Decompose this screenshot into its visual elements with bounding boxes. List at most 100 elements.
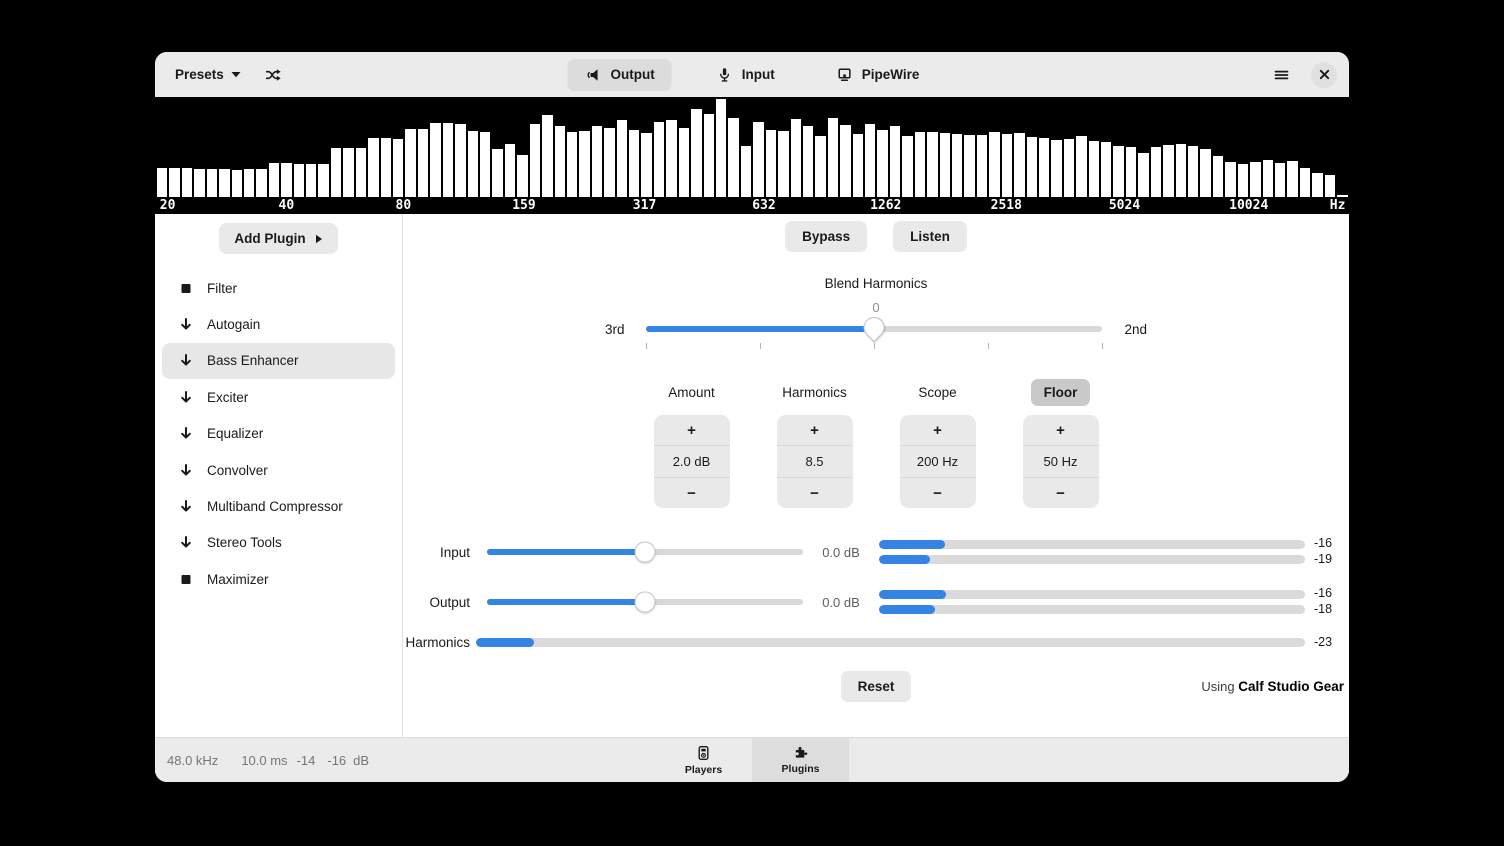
output-level-row: Output0.0 dB-16-18 bbox=[403, 586, 1349, 618]
listen-button[interactable]: Listen bbox=[893, 221, 967, 252]
device-tab-label: Input bbox=[742, 67, 775, 82]
floor-toggle-button[interactable]: Floor bbox=[1031, 379, 1091, 406]
presets-label: Presets bbox=[175, 67, 224, 82]
amount-decrement-button[interactable]: − bbox=[654, 478, 730, 508]
spectrum-bar bbox=[405, 129, 415, 197]
spectrum-bar bbox=[517, 155, 527, 197]
freq-label: 159 bbox=[512, 199, 535, 212]
device-tab-pipewire[interactable]: PipeWire bbox=[820, 59, 937, 91]
arrow-down-icon bbox=[179, 535, 193, 550]
spectrum-bar bbox=[1014, 133, 1024, 197]
slider-handle[interactable] bbox=[635, 542, 656, 563]
spectrum-bar bbox=[157, 168, 167, 197]
sidebar-item-convolver[interactable]: Convolver bbox=[162, 452, 395, 488]
plugin-credit: Using Calf Studio Gear bbox=[1201, 679, 1344, 694]
floor-increment-button[interactable]: + bbox=[1023, 415, 1099, 445]
sidebar-item-maximizer[interactable]: Maximizer bbox=[162, 561, 395, 597]
spectrum-bar bbox=[393, 139, 403, 197]
spectrum-bar bbox=[641, 133, 651, 197]
stat-value: -16 bbox=[327, 753, 346, 768]
blend-harmonics-slider[interactable] bbox=[646, 318, 1102, 340]
scope-increment-button[interactable]: + bbox=[900, 415, 976, 445]
scope-value[interactable]: 200 Hz bbox=[900, 445, 976, 478]
harmonics-value[interactable]: 8.5 bbox=[777, 445, 853, 478]
bypass-button[interactable]: Bypass bbox=[785, 221, 867, 252]
output-label: Output bbox=[403, 595, 470, 610]
device-tab-output[interactable]: Output bbox=[568, 59, 672, 91]
spectrum-bar bbox=[1064, 139, 1074, 197]
floor-value[interactable]: 50 Hz bbox=[1023, 445, 1099, 478]
spectrum-bar bbox=[182, 168, 192, 197]
main-menu-button[interactable] bbox=[1268, 62, 1295, 88]
device-tab-input[interactable]: Input bbox=[700, 59, 792, 91]
spectrum-bar bbox=[542, 115, 552, 197]
output-meter-values: -16-18 bbox=[1314, 587, 1342, 617]
sidebar-item-autogain[interactable]: Autogain bbox=[162, 306, 395, 342]
device-tab-label: Output bbox=[611, 67, 655, 82]
sidebar-item-exciter[interactable]: Exciter bbox=[162, 379, 395, 415]
spectrum-bar bbox=[219, 169, 229, 197]
output-meter-value: -18 bbox=[1314, 603, 1342, 617]
spectrum-bar bbox=[555, 126, 565, 197]
bottom-tab-players[interactable]: Players bbox=[655, 738, 752, 782]
bottom-tab-plugins[interactable]: Plugins bbox=[752, 738, 849, 782]
spectrum-analyzer: 20408015931763212622518502410024Hz bbox=[155, 97, 1349, 214]
floor-decrement-button[interactable]: − bbox=[1023, 478, 1099, 508]
scope-decrement-button[interactable]: − bbox=[900, 478, 976, 508]
meter-fill bbox=[476, 638, 534, 647]
sidebar-item-filter[interactable]: Filter bbox=[162, 270, 395, 306]
spectrum-bar bbox=[728, 118, 738, 197]
monitor-icon bbox=[837, 67, 853, 83]
plugins-sidebar: Add Plugin Filter AutogainBass EnhancerEx… bbox=[155, 214, 403, 737]
reset-button[interactable]: Reset bbox=[841, 671, 912, 702]
spectrum-bar bbox=[1151, 147, 1161, 197]
slider-fill bbox=[487, 599, 645, 605]
spectrum-bar bbox=[716, 99, 726, 197]
spectrum-bar bbox=[368, 138, 378, 197]
harmonics-increment-button[interactable]: + bbox=[777, 415, 853, 445]
spectrum-bar bbox=[691, 109, 701, 197]
harmonics-decrement-button[interactable]: − bbox=[777, 478, 853, 508]
freq-label: 40 bbox=[279, 199, 295, 212]
spectrum-bar bbox=[1312, 173, 1322, 198]
bottom-tabs: Players Plugins bbox=[655, 738, 849, 782]
presets-menu-button[interactable]: Presets bbox=[167, 61, 249, 88]
spectrum-freq-labels: 20408015931763212622518502410024Hz bbox=[155, 198, 1349, 212]
amount-value[interactable]: 2.0 dB bbox=[654, 445, 730, 478]
output-meters bbox=[879, 590, 1305, 614]
sidebar-item-multiband-compressor[interactable]: Multiband Compressor bbox=[162, 488, 395, 524]
sidebar-item-equalizer[interactable]: Equalizer bbox=[162, 416, 395, 452]
spectrum-bar bbox=[356, 148, 366, 197]
meter-fill bbox=[879, 555, 930, 564]
spectrum-bar bbox=[1213, 156, 1223, 197]
bottom-tab-label: Players bbox=[685, 764, 722, 776]
close-icon bbox=[1319, 69, 1330, 80]
close-window-button[interactable] bbox=[1311, 62, 1337, 88]
plugin-item-label: Filter bbox=[207, 281, 237, 296]
spectrum-bars bbox=[157, 99, 1347, 197]
freq-label: 1262 bbox=[870, 199, 901, 212]
scope-label: Scope bbox=[918, 385, 956, 400]
scope-spin-group: Scope +200 Hz− bbox=[900, 377, 976, 508]
amount-increment-button[interactable]: + bbox=[654, 415, 730, 445]
spectrum-bar bbox=[964, 135, 974, 197]
output-gain-slider[interactable] bbox=[487, 591, 803, 613]
add-plugin-button[interactable]: Add Plugin bbox=[219, 223, 337, 254]
slider-handle[interactable] bbox=[635, 592, 656, 613]
slider-tick bbox=[874, 343, 875, 349]
spectrum-bar bbox=[977, 135, 987, 197]
input-gain-slider[interactable] bbox=[487, 541, 803, 563]
arrow-down-icon bbox=[179, 499, 193, 514]
shuffle-presets-button[interactable] bbox=[259, 62, 287, 88]
sidebar-item-stereo-tools[interactable]: Stereo Tools bbox=[162, 525, 395, 561]
plugin-list: Filter AutogainBass EnhancerExciterEquali… bbox=[155, 270, 402, 598]
sidebar-item-bass-enhancer[interactable]: Bass Enhancer bbox=[162, 343, 395, 379]
spectrum-bar bbox=[1225, 162, 1235, 197]
input-meter-value: -19 bbox=[1314, 553, 1342, 567]
spectrum-bar bbox=[331, 148, 341, 197]
spectrum-bar bbox=[468, 131, 478, 197]
freq-label: 317 bbox=[633, 199, 656, 212]
plugin-item-label: Stereo Tools bbox=[207, 535, 282, 550]
slider-handle[interactable] bbox=[860, 313, 890, 343]
spectrum-bar bbox=[1076, 136, 1086, 197]
